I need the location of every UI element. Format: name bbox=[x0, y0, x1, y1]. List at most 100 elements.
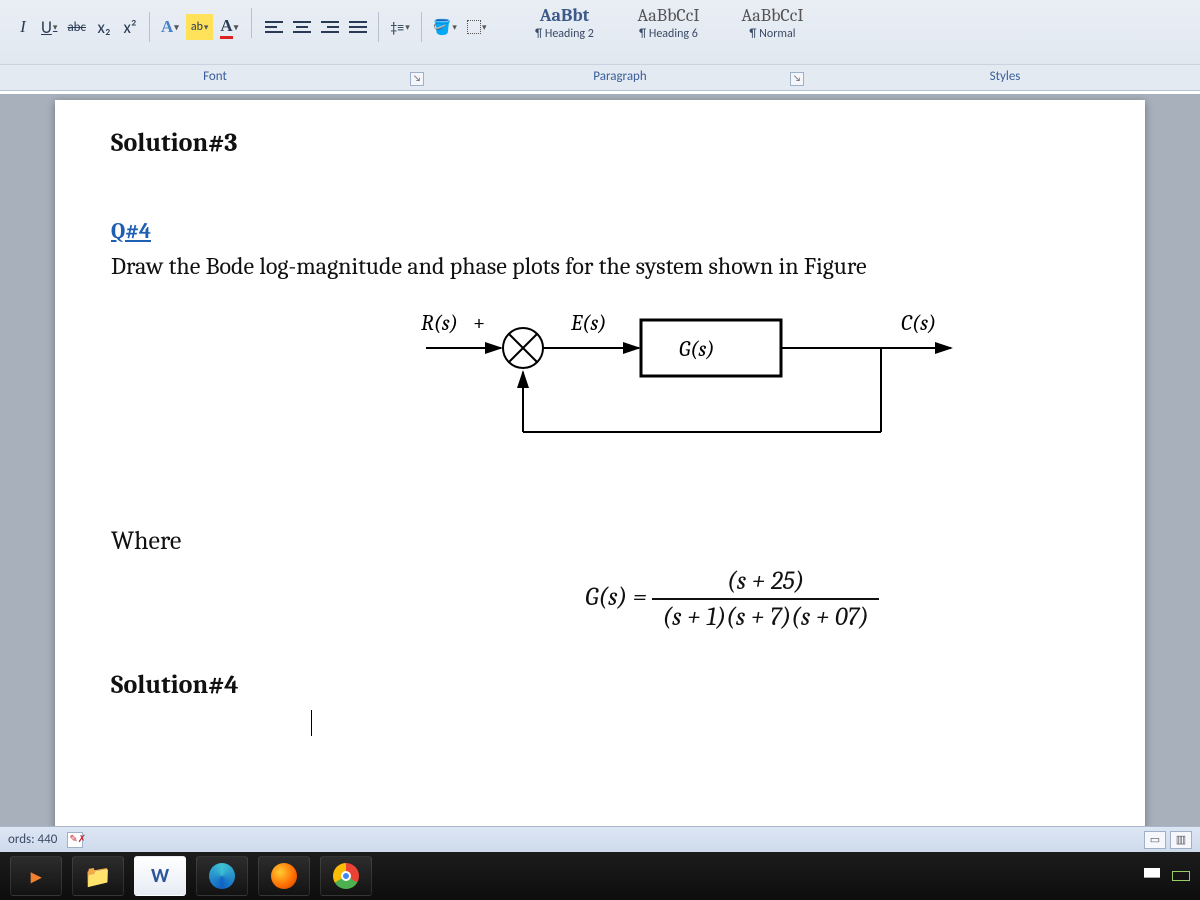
align-right-button[interactable] bbox=[318, 14, 342, 40]
style-sample: AaBbCcI bbox=[622, 5, 714, 27]
borders-button[interactable]: ▾ bbox=[464, 14, 490, 40]
font-color-button[interactable]: A ▾ bbox=[158, 14, 182, 40]
underline-button[interactable]: U ▾ bbox=[38, 14, 60, 40]
system-tray[interactable] bbox=[1144, 868, 1190, 884]
style-normal[interactable]: AaBbCcI ¶ Normal bbox=[723, 2, 821, 44]
taskbar-file-explorer[interactable]: 📁 bbox=[72, 856, 124, 896]
eq-fraction: (s + 25) (s + 1)(s + 7)(s + 07) bbox=[652, 566, 878, 632]
chrome-icon bbox=[333, 863, 359, 889]
chevron-down-icon: ▾ bbox=[405, 22, 410, 33]
strikethrough-button[interactable]: abc bbox=[64, 14, 89, 40]
group-label-text: Paragraph bbox=[593, 69, 646, 84]
italic-button[interactable]: I bbox=[12, 14, 34, 40]
chevron-down-icon: ▾ bbox=[204, 22, 209, 33]
group-label-text: Styles bbox=[990, 69, 1021, 84]
ribbon-group-labels: Font ↘ Paragraph ↘ Styles bbox=[0, 64, 1200, 90]
view-controls: ▭ ▥ bbox=[1144, 831, 1192, 849]
folder-icon: 📁 bbox=[84, 863, 111, 890]
where-label: Where bbox=[111, 526, 1093, 556]
heading-q4: Q#4 bbox=[111, 218, 1093, 244]
text-effects-button[interactable]: A ▾ bbox=[217, 14, 241, 40]
document-area[interactable]: Solution#3 Q#4 Draw the Bode log-magnitu… bbox=[0, 94, 1200, 844]
justify-icon bbox=[349, 20, 367, 34]
align-center-icon bbox=[293, 20, 311, 34]
label-rs: R(s) bbox=[421, 310, 458, 336]
font-color-letter: A bbox=[161, 17, 173, 37]
align-right-icon bbox=[321, 20, 339, 34]
highlight-button[interactable]: ab ▾ bbox=[186, 14, 214, 40]
eq-lhs: G(s) = bbox=[585, 582, 647, 612]
separator bbox=[149, 12, 150, 42]
ribbon-controls-row: I U ▾ abc x₂ x² A ▾ ab ▾ A ▾ bbox=[0, 4, 1200, 64]
windows-taskbar: ▸ 📁 W bbox=[0, 852, 1200, 900]
word-count-label[interactable]: ords: 440 bbox=[8, 832, 57, 847]
label-plus: + bbox=[473, 310, 485, 336]
eq-numerator: (s + 25) bbox=[652, 566, 878, 600]
chevron-down-icon: ▾ bbox=[452, 22, 457, 33]
taskbar-word[interactable]: W bbox=[134, 856, 186, 896]
battery-icon[interactable] bbox=[1172, 871, 1190, 881]
label-cs: C(s) bbox=[901, 310, 936, 336]
paragraph-dialog-launcher[interactable]: ↘ bbox=[790, 72, 804, 86]
block-diagram-svg: R(s) + E(s) G(s) C(s) bbox=[411, 302, 971, 462]
borders-icon bbox=[467, 20, 481, 34]
heading-solution-4: Solution#4 bbox=[111, 670, 1093, 700]
justify-button[interactable] bbox=[346, 14, 370, 40]
firefox-icon bbox=[271, 863, 297, 889]
style-name-label: ¶ Heading 6 bbox=[622, 27, 714, 41]
label-es: E(s) bbox=[570, 310, 607, 336]
chevron-down-icon: ▾ bbox=[174, 22, 179, 33]
style-heading-6[interactable]: AaBbCcI ¶ Heading 6 bbox=[619, 2, 717, 44]
separator bbox=[421, 12, 422, 42]
word-icon-letter: W bbox=[151, 864, 169, 888]
text-cursor-icon bbox=[311, 710, 312, 736]
align-left-button[interactable] bbox=[262, 14, 286, 40]
styles-gallery: AaBbt ¶ Heading 2 AaBbCcI ¶ Heading 6 Aa… bbox=[495, 2, 827, 44]
highlight-label: ab bbox=[191, 20, 203, 34]
style-heading-2[interactable]: AaBbt ¶ Heading 2 bbox=[515, 2, 613, 44]
separator bbox=[251, 8, 252, 38]
separator bbox=[378, 12, 379, 42]
style-sample: AaBbt bbox=[518, 5, 610, 27]
transfer-function-equation: G(s) = (s + 25) (s + 1)(s + 7)(s + 07) bbox=[371, 566, 1093, 632]
ribbon: I U ▾ abc x₂ x² A ▾ ab ▾ A ▾ bbox=[0, 0, 1200, 91]
document-page: Solution#3 Q#4 Draw the Bode log-magnitu… bbox=[55, 100, 1145, 844]
style-sample: AaBbCcI bbox=[726, 5, 818, 27]
reading-view-button[interactable]: ▥ bbox=[1170, 831, 1192, 849]
shading-button[interactable]: 🪣 ▾ bbox=[430, 14, 460, 40]
align-left-icon bbox=[265, 20, 283, 34]
group-label-text: Font bbox=[203, 69, 227, 84]
eq-denominator: (s + 1)(s + 7)(s + 07) bbox=[652, 600, 878, 632]
chevron-down-icon: ▾ bbox=[53, 22, 58, 33]
chevron-down-icon: ▾ bbox=[234, 22, 239, 33]
line-spacing-icon: ‡≡ bbox=[390, 19, 404, 36]
superscript-button[interactable]: x² bbox=[119, 14, 141, 40]
taskbar-edge[interactable] bbox=[196, 856, 248, 896]
print-layout-view-button[interactable]: ▭ bbox=[1144, 831, 1166, 849]
flag-icon[interactable] bbox=[1144, 868, 1160, 884]
paragraph-group-controls: ‡≡ ▾ 🪣 ▾ ▾ bbox=[258, 8, 493, 46]
status-bar: ords: 440 ▭ ▥ bbox=[0, 826, 1200, 852]
taskbar-chrome[interactable] bbox=[320, 856, 372, 896]
q4-text: Draw the Bode log-magnitude and phase pl… bbox=[111, 250, 1093, 282]
style-name-label: ¶ Normal bbox=[726, 27, 818, 41]
edge-icon bbox=[209, 863, 235, 889]
group-label-font: Font ↘ bbox=[0, 65, 430, 90]
underline-label: U bbox=[41, 17, 52, 38]
group-label-paragraph: Paragraph ↘ bbox=[430, 65, 810, 90]
subscript-button[interactable]: x₂ bbox=[93, 14, 115, 40]
line-spacing-button[interactable]: ‡≡ ▾ bbox=[387, 14, 412, 40]
taskbar-media-player[interactable]: ▸ bbox=[10, 856, 62, 896]
group-label-styles: Styles bbox=[810, 65, 1200, 90]
paint-bucket-icon: 🪣 bbox=[433, 18, 452, 37]
text-effects-letter: A bbox=[220, 16, 232, 39]
heading-solution-3: Solution#3 bbox=[111, 128, 1093, 158]
align-center-button[interactable] bbox=[290, 14, 314, 40]
text-cursor-line bbox=[111, 700, 1093, 736]
spellcheck-button[interactable] bbox=[67, 832, 83, 848]
style-name-label: ¶ Heading 2 bbox=[518, 27, 610, 41]
font-group-controls: I U ▾ abc x₂ x² A ▾ ab ▾ A ▾ bbox=[8, 8, 245, 46]
taskbar-firefox[interactable] bbox=[258, 856, 310, 896]
chevron-down-icon: ▾ bbox=[482, 22, 487, 33]
font-dialog-launcher[interactable]: ↘ bbox=[410, 72, 424, 86]
